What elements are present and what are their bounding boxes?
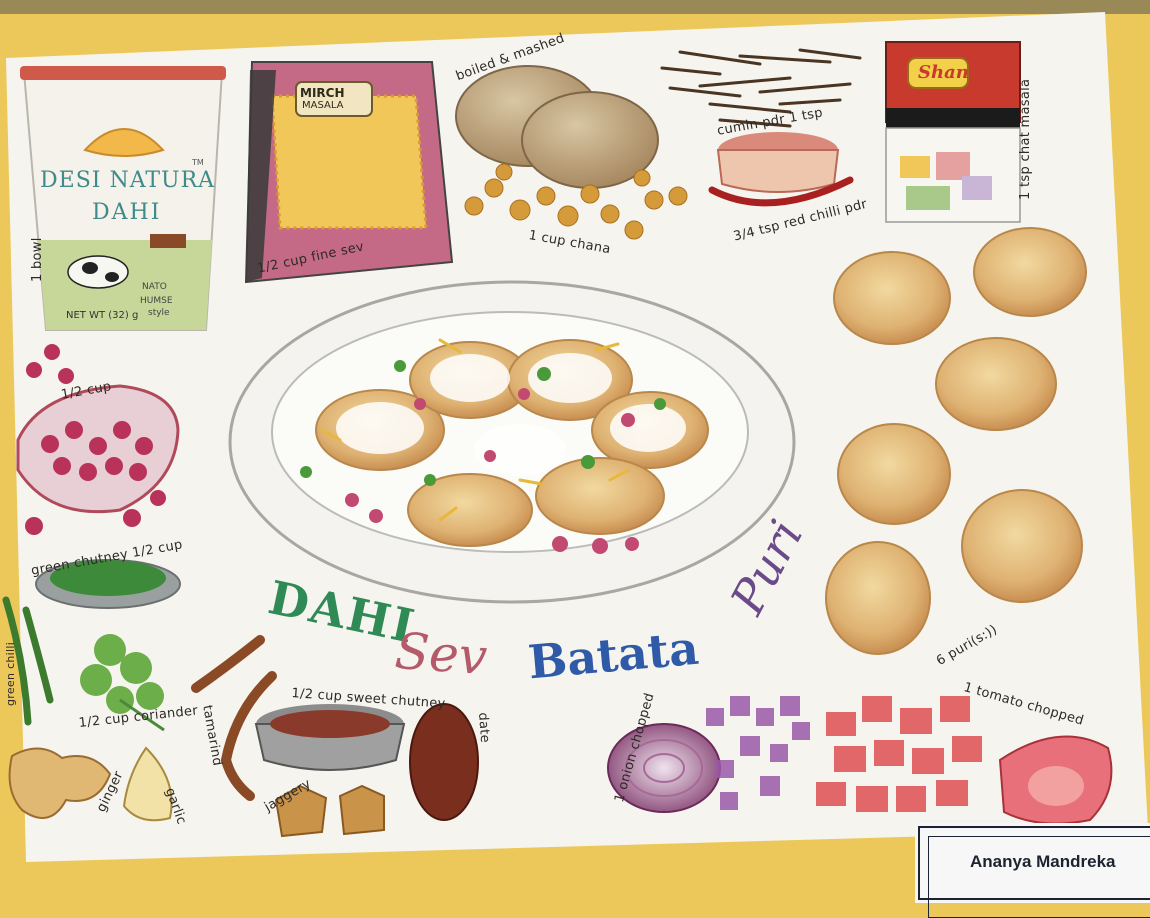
artwork-scene	[0, 0, 1150, 886]
dahi-brand-line1: DESI NATURA	[40, 168, 216, 193]
dahi-style-label: HUMSE	[140, 296, 173, 306]
label-chat-masala: 1 tsp chat masala	[1018, 78, 1033, 200]
dahi-puri-plate-icon	[228, 280, 796, 604]
label-green-chilli: green chilli	[4, 641, 17, 706]
sweet-chutney-icon	[254, 704, 406, 771]
label-date: date	[475, 712, 493, 744]
title-word-sev: Sev	[393, 621, 490, 687]
artist-name: Ananya Mandreka	[970, 852, 1116, 871]
date-icon	[409, 703, 479, 821]
dahi-brand-line2: DAHI	[92, 200, 162, 225]
dahi-fine-print: NATO	[142, 282, 167, 292]
shan-brand: Shan	[918, 62, 969, 83]
name-card-border	[928, 836, 1150, 918]
label-bowl: 1 bowl	[30, 237, 45, 282]
dahi-style-label2: style	[148, 308, 170, 318]
sev-brand-line2: MASALA	[302, 100, 344, 111]
sev-brand-line1: MIRCH	[300, 86, 345, 100]
artist-name-card: Ananya Mandreka	[918, 826, 1150, 918]
dahi-tub-icon	[20, 66, 226, 331]
dahi-tm: TM	[192, 158, 204, 167]
dahi-weight: NET WT (32) g	[66, 310, 139, 321]
